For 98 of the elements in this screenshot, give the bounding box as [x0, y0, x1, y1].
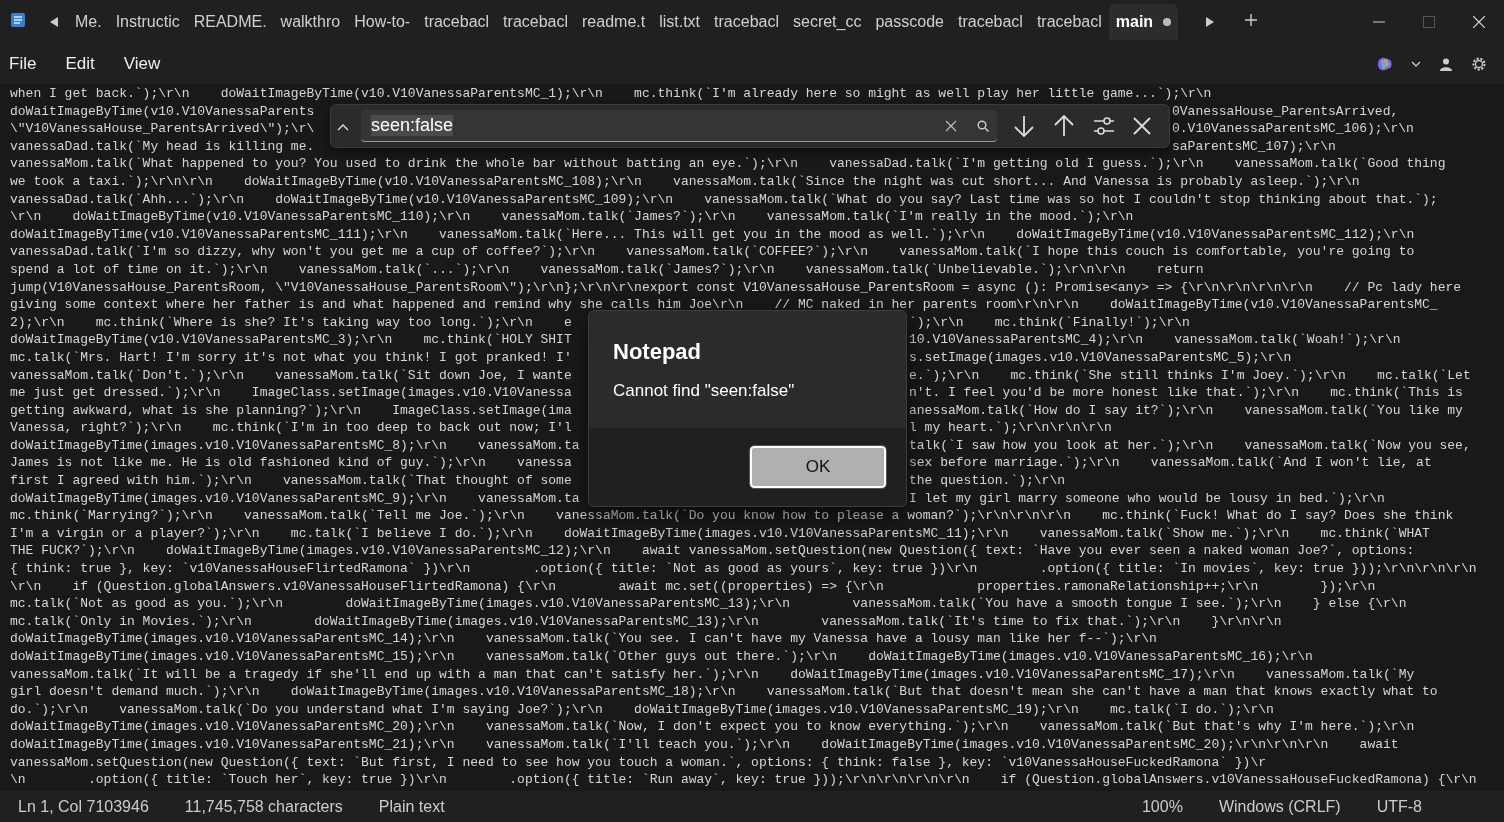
code-text: vanessaDad.talk(`I'm so dizzy, why won't you get me a cup of coffee?`);\r\n vanessaMom.talk(`COFFEE?`);\r\n vanessaMom.talk(`I hope this couch is comfortable, you're going to: [9, 243, 1416, 261]
status-item: Ln 1, Col 7103946: [17, 798, 150, 816]
code-text: Vanessa, right?`);\r\n mc.think(`I'm in too deep to back out now; I'l: [10, 419, 572, 437]
code-text: e.`);\r\n mc.think(`She still thinks I'm Joey.`);\r\n mc.talk(`Let: [909, 366, 1471, 385]
code-text: doWaitImageByTime(images.v10.V10VanessaParentsMC_20);\r\n vanessaMom.talk(`Now, I don't expect you to know everything.`);\r\n vanessaMom.talk(`But that's why I'm here.`);\r\n: [9, 718, 1416, 736]
code-text: doWaitImageByTime(images.v10.V10VanessaParentsMC_15);\r\n vanessaMom.talk(`Other guys out there.`);\r\n doWaitImageByTime(images.v10.V10VanessaParentsMC_16);\r\n: [9, 648, 1314, 666]
status-item: UTF-8: [1375, 798, 1423, 816]
document-tab[interactable]: tracebacl: [417, 4, 497, 40]
arrow-down-icon[interactable]: [1013, 115, 1035, 137]
code-text: vanessaMom.talk(`Don't.`);\r\n vanessaMom.talk(`Sit down Joe, I wante: [10, 366, 572, 385]
code-text: anessaMom.talk(`How do I say it?`);\r\n vanessaMom.talk(`You like my: [909, 401, 1463, 420]
code-text: we took a taxi.`);\r\n\r\n doWaitImageByTime(v10.V10VanessaParentsMC_108);\r\n vanessaMom.talk(`Since the night was cut short... And Vanessa is probably asleep.`);\r\n: [9, 172, 1361, 191]
code-text: s.setImage(images.v10.V10VanessaParentsMC_5);\r\n: [909, 348, 1292, 367]
account-icon[interactable]: [1439, 57, 1453, 71]
code-text: James is not like me. He is old fashioned kind of guy.`);\r\n vanessa: [10, 454, 572, 473]
settings-icon[interactable]: [1471, 56, 1487, 72]
document-tab[interactable]: README.: [186, 4, 274, 40]
ok-button[interactable]: OK: [750, 446, 886, 488]
dialog-title: Notepad: [613, 339, 702, 365]
code-text: mc.talk(`Not as good as you.`);\r\n doWaitImageByTime(images.v10.V10VanessaParentsMC_13);\r\n vanessaMom.talk(`You have a smooth tongue I see.`);\r\n } else {\r\n: [9, 595, 1408, 613]
code-text: the question.`);\r\n: [909, 472, 1066, 490]
code-text: 2);\r\n mc.think(`Where is she? It's taking way too long.`);\r\n e: [10, 313, 572, 332]
code-text: doWaitImageByTime(images.v10.V10VanessaParentsMC_9);\r\n vanessaMom.ta: [10, 489, 580, 508]
code-text: \r\n if (Question.globalAnswers.v10VanessaHouseFlirtedRamona) {\r\n await mc.set((properties) => {\r\n properties.ramonaRelationship++;\r\n });\r\n: [9, 577, 1377, 596]
code-text: talk(`I saw how you look at her.`);\r\n vanessaMom.talk(`Now you see,: [909, 436, 1471, 455]
code-text: girl doesn't demand much.`);\r\n doWaitImageByTime(images.v10.V10VanessaParentsMC_18);\r\n vanessaMom.talk(`But that doesn't mean she can't have a man that knows exactly what to: [9, 683, 1439, 701]
code-text: me just get dressed.`);\r\n ImageClass.setImage(images.v10.V10Vanessa: [10, 384, 572, 402]
code-text: getting awkward, what is she planning?`);\r\n ImageClass.setImage(ima: [10, 401, 572, 420]
code-text: doWaitImageByTime(v10.V10VanessaParentsMC_3);\r\n mc.think(`HOLY SHIT: [10, 331, 572, 349]
document-tab[interactable]: main: [1108, 4, 1179, 40]
dialog-message: Cannot find "seen:false": [613, 381, 796, 401]
code-text: when I get back.`);\r\n doWaitImageByTime(v10.V10VanessaParentsMC_1);\r\n mc.think(`I'm already here so might as well play her little game...`);\r\n: [9, 85, 1213, 103]
scroll-right-icon[interactable]: [1206, 17, 1215, 27]
document-tab[interactable]: secret_cc: [786, 4, 869, 40]
code-text: mc.think(`Marrying?`);\r\n vanessaMom.talk(`Tell me Joe.`);\r\n vanessaMom.talk(`Do you know how to please a woman?`);\r\n\r\n\r\n mc.think(`Fuck! What do I say? Does she think: [9, 507, 1455, 525]
code-text: spend a lot of time on it.`);\r\n vanessaMom.talk(`...`);\r\n vanessaMom.talk(`James?`);\r\n vanessaMom.talk(`Unbelievable.`);\r\n\r\n return: [9, 260, 1205, 279]
code-text: doWaitImageByTime(v10.V10VanessaParentsMC_111);\r\n vanessaMom.talk(`Here... This will get you in the mood as well.`);\r\n doWaitImageByTime(v10.V10VanessaParentsMC_112);\r\n: [9, 225, 1416, 244]
code-text: n't. I feel you'd be more honest like that.`);\r\n mc.think(`This is: [909, 384, 1463, 402]
menu-item[interactable]: Edit: [65, 54, 95, 74]
document-tab[interactable]: readme.t: [575, 4, 653, 40]
status-item: 11,745,758 characters: [183, 798, 344, 816]
menu-item[interactable]: File: [9, 54, 37, 74]
options-icon[interactable]: [1093, 116, 1115, 136]
code-text: \r\n doWaitImageByTime(v10.V10VanessaParentsMC_110);\r\n vanessaMom.talk(`James?`);\r\n vanessaMom.talk(`I'm really in the mood.`);\r\n: [9, 208, 1135, 226]
code-text: do.`);\r\n vanessaMom.talk(`Do you understand what I'm saying Joe?`);\r\n doWaitImageByTime(images.v10.V10VanessaParentsMC_19);\r\n mc.talk(`I do.`);\r\n: [9, 700, 1275, 719]
code-text: doWaitImageByTime(v10.V10VanessaParents: [10, 102, 315, 121]
menu-item[interactable]: View: [123, 54, 161, 74]
code-text: jump(V10VanessaHouse_ParentsRoom, \"V10VanessaHouse_ParentsRoom\");\r\n};\r\n\r\nexport const V10VanessaHouse_ParentsRoom = async (): Promise<any> => {\r\n\r\n\r\n\r\n // Pc lady here: [9, 278, 1463, 297]
document-tab[interactable]: tracebacl: [950, 4, 1030, 40]
document-tab[interactable]: walkthro: [273, 4, 348, 40]
code-text: \n .option({ title: `Touch her`, key: true })\r\n .option({ title: `Run away`, key: true }));\r\n\r\n\r\n\r\n if (Question.globalAnswers.v10VanessaHouseFuckedRamona) {\r\n: [9, 771, 1478, 789]
document-tab[interactable]: tracebacl: [496, 4, 576, 40]
expand-chevron-icon[interactable]: [337, 124, 349, 131]
code-text: sex before marriage.`);\r\n vanessaMom.talk(`And I won't lie, at: [909, 454, 1432, 473]
copilot-icon[interactable]: [1375, 55, 1393, 73]
code-text: saParentsMC_107);\r\n: [1172, 137, 1336, 156]
code-text: \"V10VanessaHouse_ParentsArrived\");\r\: [10, 120, 315, 138]
document-tab[interactable]: Me.: [68, 4, 109, 40]
close-icon[interactable]: [1133, 117, 1151, 135]
document-tab[interactable]: tracebacl: [707, 4, 786, 40]
code-text: vanessaMom.talk(`What happened to you? You used to drink the whole bar without batting an eye.`);\r\n vanessaDad.talk(`I'm getting old I guess.`);\r\n vanessaMom.talk(`Good thing: [9, 155, 1447, 173]
code-text: { think: true }, key: `v10VanessaHouseFlirtedRamona` })\r\n .option({ title: `Not as good as yours`, key: true })\r\n .option({ title: `In movies`, key: true }));\r\n\r\n\r\n: [9, 560, 1478, 578]
clear-icon[interactable]: [945, 119, 957, 132]
status-item: Plain text: [377, 798, 446, 816]
notepad-icon: [10, 12, 26, 28]
code-text: doWaitImageByTime(images.v10.V10VanessaParentsMC_14);\r\n vanessaMom.talk(`You see. I can't have my Vanessa have a lousy man like her f--`);\r\n: [9, 630, 1158, 648]
code-text: doWaitImageByTime(images.v10.V10VanessaParentsMC_8);\r\n vanessaMom.ta: [10, 436, 580, 455]
code-text: vanessaMom.talk(`It will be a tragedy if she'll end up with a man that can't satisfy her.`);\r\n doWaitImageByTime(images.v10.V10VanessaParentsMC_17);\r\n vanessaMom.talk(`My: [9, 665, 1416, 684]
code-text: giving some context where her father is and what happened and remind why she calls him Joe\r\n // MC naked in her parents room\r\n\r\n doWaitImageByTime(v10.V10VanessaParentsMC_: [9, 296, 1439, 314]
code-text: first I agreed with him.`);\r\n vanessaMom.talk(`That thought of some: [10, 472, 572, 490]
code-text: 0VanessaHouse_ParentsArrived,: [1172, 102, 1399, 121]
search-icon[interactable]: [977, 119, 989, 132]
code-text: 0.V10VanessaParentsMC_106);\r\n: [1172, 120, 1414, 138]
code-text: doWaitImageByTime(images.v10.V10VanessaParentsMC_21);\r\n vanessaMom.talk(`I'll teach you.`);\r\n doWaitImageByTime(images.v10.V10VanessaParentsMC_20);\r\n\r\n\r\n await: [9, 735, 1400, 754]
code-text: `);\r\n mc.think(`Finally!`);\r\n: [909, 313, 1190, 332]
scroll-left-icon[interactable]: [50, 17, 58, 27]
close-icon[interactable]: [1473, 16, 1485, 28]
document-tab[interactable]: Instructic: [108, 4, 187, 40]
code-text: I'm a virgin or a player?`);\r\n mc.talk(`I believe I do.`);\r\n doWaitImageByTime(images.v10.V10VanessaParentsMC_11);\r\n vanessaMom.talk(`Show me.`);\r\n mc.think(`WHAT: [9, 524, 1431, 543]
code-text: vanessaDad.talk(`Ahh...`);\r\n doWaitImageByTime(v10.V10VanessaParentsMC_109);\r\n vanessaMom.talk(`What do you say? Last time was so hot I couldn't stop thinking about that.`);: [9, 190, 1439, 209]
code-text: vanessaDad.talk(`My head is killing me.: [10, 137, 315, 156]
status-item: 100%: [1140, 798, 1184, 816]
document-tab[interactable]: tracebacl: [1029, 4, 1109, 40]
search-field[interactable]: seen:false: [361, 110, 997, 142]
code-text: I let my girl marry someone who would be lousy in bed.`);\r\n: [909, 489, 1385, 508]
document-tab[interactable]: passcode: [868, 4, 951, 40]
code-text: mc.talk(`Mrs. Hart! I'm sorry it's not what you think! I got pranked! I': [10, 348, 572, 367]
code-text: mc.talk(`Only in Movies.`);\r\n doWaitImageByTime(images.v10.V10VanessaParentsMC_13);\r\n vanessaMom.talk(`It's time to fix that.`);\r\n }\r\n\r\n: [9, 612, 1283, 631]
document-tab[interactable]: How-to-: [347, 4, 418, 40]
code-text: vanessaMom.setQuestion(new Question({ text: `But first, I need to see how you touch a woman.`, options: { think: false }, key: `v10VanessaHouseFuckedRamona` })\r: [9, 753, 1267, 772]
code-text: l my heart.`);\r\n\r\n\r\n: [909, 419, 1112, 437]
arrow-up-icon[interactable]: [1053, 115, 1075, 137]
document-tab[interactable]: list.txt: [652, 4, 708, 40]
new-tab-icon[interactable]: [1244, 13, 1259, 27]
code-text: THE FUCK?`);\r\n doWaitImageByTime(images.v10.V10VanessaParentsMC_12);\r\n await vanessaMom.setQuestion(new Question({ text: `Have you ever seen a naked woman Joe?`, options:: [9, 542, 1416, 561]
caret-icon[interactable]: [1411, 61, 1421, 67]
status-item: Windows (CRLF): [1217, 798, 1342, 816]
code-text: 10.V10VanessaParentsMC_4);\r\n vanessaMom.talk(`Woah!`);\r\n: [909, 331, 1401, 349]
